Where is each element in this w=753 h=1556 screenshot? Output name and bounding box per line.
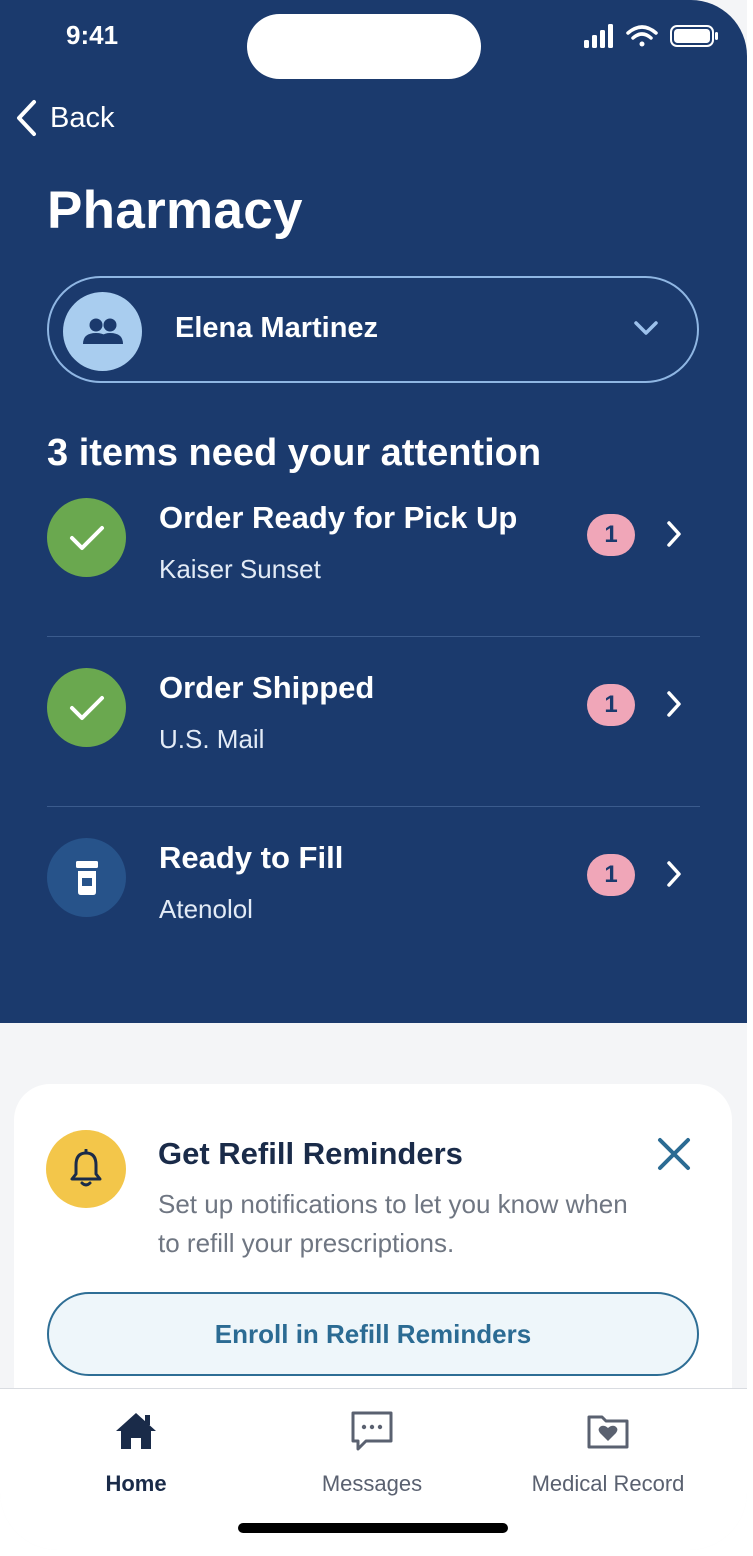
item-title: Order Ready for Pick Up	[159, 500, 518, 535]
count-badge: 1	[587, 854, 635, 896]
chevron-down-icon	[634, 321, 658, 335]
attention-item-shipped[interactable]: Order Shipped U.S. Mail 1	[47, 668, 700, 788]
chevron-right-icon	[667, 521, 681, 547]
tab-label: Messages	[321, 1471, 423, 1496]
page-title: Pharmacy	[47, 181, 303, 240]
wifi-icon	[626, 25, 658, 47]
item-subtitle: U.S. Mail	[159, 724, 265, 754]
divider	[47, 636, 700, 637]
tab-label: Home	[105, 1471, 167, 1496]
close-icon[interactable]	[654, 1134, 694, 1174]
tab-bar: Home Messages Medical Record	[0, 1388, 747, 1550]
member-name: Elena Martinez	[175, 312, 379, 344]
count-badge: 1	[587, 514, 635, 556]
item-subtitle: Atenolol	[159, 894, 253, 924]
message-icon	[351, 1411, 393, 1451]
chevron-left-icon	[17, 100, 36, 136]
attention-item-ready-to-fill[interactable]: Ready to Fill Atenolol 1	[47, 838, 700, 958]
tab-label: Medical Record	[531, 1471, 685, 1496]
member-selector[interactable]: Elena Martinez	[47, 276, 699, 383]
checkmark-icon	[69, 525, 104, 550]
card-description: Set up notifications to let you know whe…	[158, 1189, 628, 1258]
signal-icon	[584, 24, 613, 48]
enroll-refill-reminders-button[interactable]: Enroll in Refill Reminders	[47, 1292, 699, 1376]
pill-bottle-icon	[75, 860, 98, 895]
people-icon	[82, 318, 123, 344]
status-circle	[47, 838, 126, 917]
item-subtitle: Kaiser Sunset	[159, 554, 321, 584]
status-circle	[47, 498, 126, 577]
card-title: Get Refill Reminders	[158, 1136, 463, 1171]
phone-screen: 9:41 Back Pharmacy Elena Martinez 3 item…	[0, 0, 747, 1550]
folder-heart-icon	[587, 1415, 629, 1449]
chevron-right-icon	[667, 861, 681, 887]
attention-heading: 3 items need your attention	[47, 432, 542, 474]
pharmacy-header: 9:41 Back Pharmacy Elena Martinez 3 item…	[0, 0, 747, 1023]
status-time: 9:41	[66, 20, 119, 50]
count-badge: 1	[587, 684, 635, 726]
status-icons	[584, 24, 718, 48]
bell-icon	[70, 1149, 102, 1187]
home-icon	[116, 1413, 156, 1449]
item-title: Ready to Fill	[159, 840, 344, 875]
item-title: Order Shipped	[159, 670, 375, 705]
battery-icon	[670, 25, 718, 47]
member-avatar	[63, 292, 142, 371]
home-indicator	[238, 1523, 508, 1533]
tab-home[interactable]: Home	[16, 1409, 256, 1497]
back-button[interactable]: Back	[14, 98, 114, 138]
attention-item-pickup[interactable]: Order Ready for Pick Up Kaiser Sunset 1	[47, 498, 700, 618]
tab-medical-record[interactable]: Medical Record	[488, 1409, 728, 1497]
bell-circle	[46, 1130, 126, 1208]
divider	[47, 806, 700, 807]
status-circle	[47, 668, 126, 747]
dynamic-island	[247, 14, 481, 79]
checkmark-icon	[69, 695, 104, 720]
back-label: Back	[50, 101, 115, 134]
tab-messages[interactable]: Messages	[252, 1409, 492, 1497]
chevron-right-icon	[667, 691, 681, 717]
